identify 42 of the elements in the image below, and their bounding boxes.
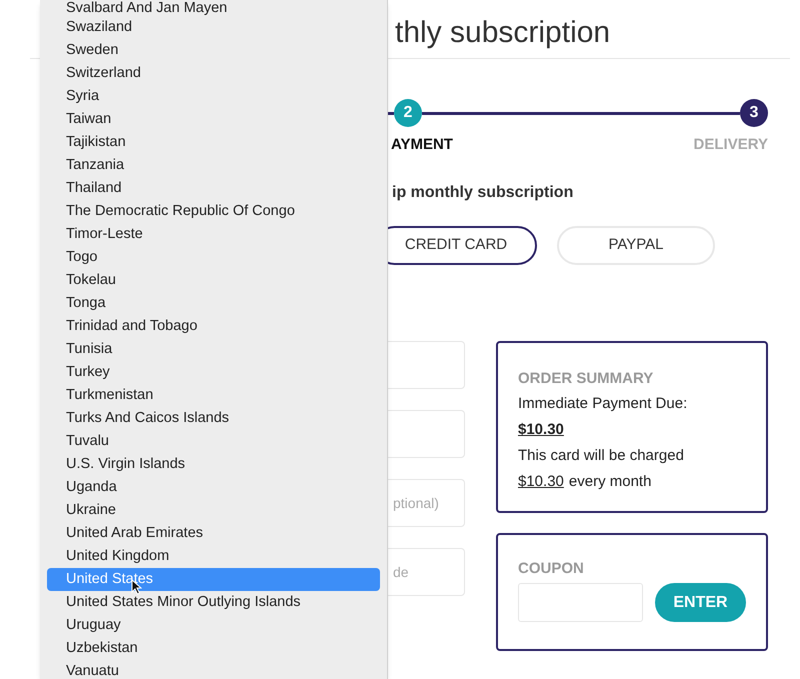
step-label: AYMENT bbox=[391, 135, 453, 155]
payment-due-label: Immediate Payment Due: bbox=[518, 394, 688, 414]
country-option[interactable]: Tonga bbox=[47, 292, 380, 315]
country-option[interactable]: Uruguay bbox=[47, 614, 380, 637]
summary-title: ORDER SUMMARY bbox=[518, 369, 654, 389]
country-option[interactable]: Turkey bbox=[47, 361, 380, 384]
country-option[interactable]: Thailand bbox=[47, 177, 380, 200]
country-option[interactable]: Switzerland bbox=[47, 62, 380, 85]
country-option[interactable]: Tajikistan bbox=[47, 131, 380, 154]
coupon-title: COUPON bbox=[518, 559, 585, 579]
country-option[interactable]: Turks And Caicos Islands bbox=[47, 407, 380, 430]
payment-due-amount: $10.30 bbox=[518, 420, 564, 440]
country-option[interactable]: Tuvalu bbox=[47, 430, 380, 453]
country-option[interactable]: Tanzania bbox=[47, 154, 380, 177]
step-number: 2 bbox=[394, 99, 422, 127]
charge-amount: $10.30 bbox=[518, 472, 564, 492]
coupon-field[interactable] bbox=[518, 583, 643, 622]
page-title: thly subscription bbox=[395, 18, 610, 48]
country-option[interactable]: Uganda bbox=[47, 476, 380, 499]
country-option[interactable]: Taiwan bbox=[47, 108, 380, 131]
section-subtitle: ip monthly subscription bbox=[392, 183, 574, 203]
country-option[interactable]: Turkmenistan bbox=[47, 384, 380, 407]
charge-period: every month bbox=[568, 472, 652, 492]
country-option[interactable]: United Arab Emirates bbox=[47, 522, 380, 545]
country-option[interactable]: United States Minor Outlying Islands bbox=[47, 591, 380, 614]
country-option[interactable]: Swaziland bbox=[47, 16, 380, 39]
step-label: DELIVERY bbox=[694, 135, 768, 155]
country-option[interactable]: Svalbard And Jan Mayen bbox=[47, 0, 380, 16]
country-option[interactable]: Tokelau bbox=[47, 269, 380, 292]
country-option[interactable]: Uzbekistan bbox=[47, 637, 380, 660]
country-option[interactable]: United Kingdom bbox=[47, 545, 380, 568]
country-option[interactable]: Sweden bbox=[47, 39, 380, 62]
step-number: 3 bbox=[740, 99, 768, 127]
country-option[interactable]: U.S. Virgin Islands bbox=[47, 453, 380, 476]
country-option[interactable]: Ukraine bbox=[47, 499, 380, 522]
payment-method-button[interactable]: PAYPAL bbox=[557, 226, 715, 265]
country-option[interactable]: The Democratic Republic Of Congo bbox=[47, 200, 380, 223]
charge-text: This card will be charged bbox=[518, 446, 685, 466]
country-option[interactable]: Vanuatu bbox=[47, 660, 380, 679]
country-option[interactable]: Trinidad and Tobago bbox=[47, 315, 380, 338]
country-option[interactable]: Tunisia bbox=[47, 338, 380, 361]
country-option[interactable]: Syria bbox=[47, 85, 380, 108]
